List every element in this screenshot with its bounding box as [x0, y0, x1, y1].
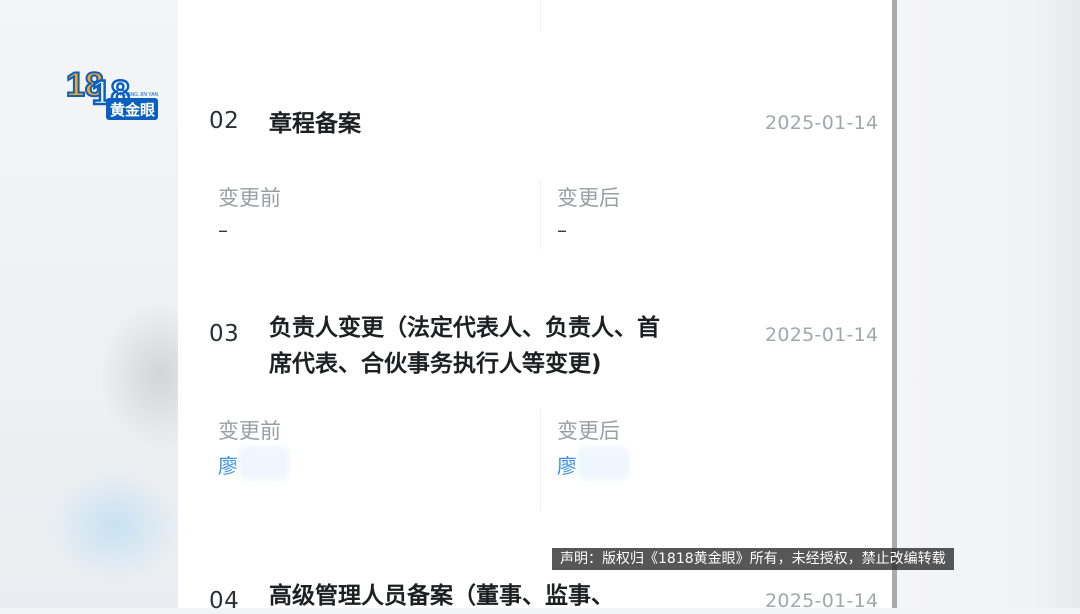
before-label: 变更前 [218, 419, 281, 443]
record-title-line-2: 席代表、合伙事务执行人等变更) [269, 351, 602, 377]
record-title-line-1: 负责人变更（法定代表人、负责人、首 [269, 315, 660, 341]
svg-text:HUANG JIN YAN: HUANG JIN YAN [120, 92, 159, 98]
privacy-blur [238, 446, 290, 480]
record-date: 2025-01-14 [765, 324, 879, 346]
before-value: – [218, 218, 228, 242]
after-value-link[interactable]: 廖 [557, 450, 577, 479]
after-value: – [557, 218, 567, 242]
logo-mark: 18 18 黄金眼 HUANG JIN YAN [65, 65, 159, 120]
privacy-blur [577, 446, 629, 480]
record-title: 高级管理人员备案（董事、监事、 [269, 583, 614, 609]
record-date: 2025-01-14 [765, 590, 879, 612]
record-number: 03 [209, 321, 240, 347]
panel-edge [892, 0, 897, 608]
record-number: 04 [209, 588, 240, 614]
channel-logo: 18 18 黄金眼 HUANG JIN YAN [65, 65, 159, 120]
change-records-panel [178, 0, 892, 608]
copyright-watermark: 声明：版权归《1818黄金眼》所有，未经授权，禁止改编转载 [552, 548, 954, 570]
after-label: 变更后 [557, 186, 620, 210]
background-blur [50, 470, 180, 580]
record-number: 02 [209, 108, 240, 134]
background-right [898, 0, 1080, 608]
before-label: 变更前 [218, 186, 281, 210]
column-divider [540, 410, 541, 510]
column-divider [540, 0, 541, 32]
record-title: 章程备案 [269, 111, 361, 137]
column-divider [540, 180, 541, 250]
after-label: 变更后 [557, 419, 620, 443]
record-date: 2025-01-14 [765, 112, 879, 134]
svg-text:黄金眼: 黄金眼 [110, 101, 155, 119]
before-value-link[interactable]: 廖 [218, 450, 238, 479]
